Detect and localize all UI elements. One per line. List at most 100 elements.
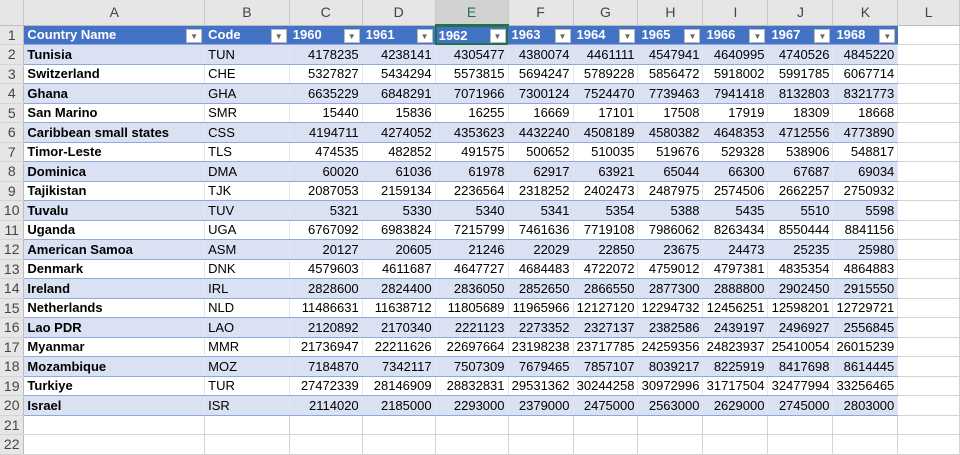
population-cell[interactable]: 62917 xyxy=(508,161,574,182)
country-name-cell[interactable]: Tajikistan xyxy=(23,181,206,201)
filter-dropdown-icon[interactable]: ▼ xyxy=(684,28,701,43)
population-cell[interactable]: 30972996 xyxy=(637,376,704,396)
country-name-cell[interactable]: Ghana xyxy=(23,83,206,104)
population-cell[interactable]: 2915550 xyxy=(832,278,899,299)
country-name-cell[interactable]: Israel xyxy=(23,395,206,416)
population-cell[interactable]: 7215799 xyxy=(435,220,509,240)
population-cell[interactable]: 2273352 xyxy=(508,317,574,338)
population-cell[interactable]: 2327137 xyxy=(573,317,639,338)
population-cell[interactable]: 2866550 xyxy=(573,278,639,299)
code-cell[interactable]: LAO xyxy=(204,317,290,338)
population-cell[interactable]: 2170340 xyxy=(362,317,436,338)
cell[interactable] xyxy=(435,434,509,455)
table-header-cell[interactable]: Country Name ▼ xyxy=(23,25,206,45)
population-cell[interactable]: 5918002 xyxy=(702,64,769,84)
code-cell[interactable]: IRL xyxy=(204,278,290,299)
population-cell[interactable]: 2439197 xyxy=(702,317,769,338)
population-cell[interactable]: 2902450 xyxy=(767,278,834,299)
table-header-cell[interactable]: 1964 ▼ xyxy=(573,25,639,45)
population-cell[interactable]: 8614445 xyxy=(832,356,899,377)
table-header-cell[interactable]: 1968 ▼ xyxy=(832,25,899,45)
cell[interactable] xyxy=(897,376,960,396)
population-cell[interactable]: 2563000 xyxy=(637,395,704,416)
row-header[interactable]: 20 xyxy=(0,395,25,416)
code-cell[interactable]: CHE xyxy=(204,64,290,84)
cell[interactable] xyxy=(897,161,960,182)
population-cell[interactable]: 2236564 xyxy=(435,181,509,201)
filter-dropdown-icon[interactable]: ▼ xyxy=(814,28,831,43)
cell[interactable] xyxy=(204,415,290,435)
population-cell[interactable]: 16669 xyxy=(508,103,574,123)
cell[interactable] xyxy=(897,142,960,162)
population-cell[interactable]: 67687 xyxy=(767,161,834,182)
filter-dropdown-icon[interactable]: ▼ xyxy=(416,28,433,43)
population-cell[interactable]: 6983824 xyxy=(362,220,436,240)
population-cell[interactable]: 25410054 xyxy=(767,337,834,357)
column-header-A[interactable]: A xyxy=(23,0,206,26)
population-cell[interactable]: 11805689 xyxy=(435,298,509,318)
population-cell[interactable]: 28832831 xyxy=(435,376,509,396)
country-name-cell[interactable]: American Samoa xyxy=(23,239,206,260)
population-cell[interactable]: 5354 xyxy=(573,200,639,221)
table-header-cell[interactable]: 1960 ▼ xyxy=(289,25,363,45)
country-name-cell[interactable]: Uganda xyxy=(23,220,206,240)
population-cell[interactable]: 5321 xyxy=(289,200,363,221)
population-cell[interactable]: 16255 xyxy=(435,103,509,123)
country-name-cell[interactable]: Tunisia xyxy=(23,44,206,65)
population-cell[interactable]: 4461111 xyxy=(573,44,639,65)
cell[interactable] xyxy=(573,415,639,435)
country-name-cell[interactable]: Denmark xyxy=(23,259,206,279)
cell[interactable] xyxy=(897,356,960,377)
country-name-cell[interactable]: Turkiye xyxy=(23,376,206,396)
filter-dropdown-icon[interactable]: ▼ xyxy=(343,28,360,43)
population-cell[interactable]: 15836 xyxy=(362,103,436,123)
population-cell[interactable]: 6067714 xyxy=(832,64,899,84)
row-header[interactable]: 3 xyxy=(0,64,25,84)
population-cell[interactable]: 11965966 xyxy=(508,298,574,318)
row-header[interactable]: 10 xyxy=(0,200,25,221)
population-cell[interactable]: 5789228 xyxy=(573,64,639,84)
table-header-cell[interactable]: 1965 ▼ xyxy=(637,25,704,45)
population-cell[interactable]: 11638712 xyxy=(362,298,436,318)
population-cell[interactable]: 5856472 xyxy=(637,64,704,84)
population-cell[interactable]: 2293000 xyxy=(435,395,509,416)
table-header-cell[interactable]: 1962 ▼ xyxy=(435,25,509,45)
population-cell[interactable]: 4580382 xyxy=(637,122,704,143)
population-cell[interactable]: 7300124 xyxy=(508,83,574,104)
population-cell[interactable]: 2662257 xyxy=(767,181,834,201)
table-header-cell[interactable]: 1963 ▼ xyxy=(508,25,574,45)
population-cell[interactable]: 5573815 xyxy=(435,64,509,84)
population-cell[interactable]: 5991785 xyxy=(767,64,834,84)
cell[interactable] xyxy=(362,415,436,435)
population-cell[interactable]: 20127 xyxy=(289,239,363,260)
population-cell[interactable]: 31717504 xyxy=(702,376,769,396)
table-header-cell[interactable]: 1967 ▼ xyxy=(767,25,834,45)
country-name-cell[interactable]: San Marino xyxy=(23,103,206,123)
cell[interactable] xyxy=(897,83,960,104)
column-header-F[interactable]: F xyxy=(508,0,574,26)
row-header[interactable]: 19 xyxy=(0,376,25,396)
population-cell[interactable]: 24259356 xyxy=(637,337,704,357)
population-cell[interactable]: 2877300 xyxy=(637,278,704,299)
population-cell[interactable]: 2221123 xyxy=(435,317,509,338)
population-cell[interactable]: 63921 xyxy=(573,161,639,182)
country-name-cell[interactable]: Timor-Leste xyxy=(23,142,206,162)
filter-dropdown-icon[interactable]: ▼ xyxy=(270,28,287,43)
population-cell[interactable]: 4835354 xyxy=(767,259,834,279)
population-cell[interactable]: 11486631 xyxy=(289,298,363,318)
code-cell[interactable]: MMR xyxy=(204,337,290,357)
population-cell[interactable]: 4845220 xyxy=(832,44,899,65)
population-cell[interactable]: 8132803 xyxy=(767,83,834,104)
population-cell[interactable]: 2828600 xyxy=(289,278,363,299)
population-cell[interactable]: 500652 xyxy=(508,142,574,162)
code-cell[interactable]: TUR xyxy=(204,376,290,396)
cell[interactable] xyxy=(897,298,960,318)
row-header[interactable]: 6 xyxy=(0,122,25,143)
filter-dropdown-icon[interactable]: ▼ xyxy=(186,28,203,43)
country-name-cell[interactable]: Ireland xyxy=(23,278,206,299)
row-header[interactable]: 16 xyxy=(0,317,25,338)
cell[interactable] xyxy=(23,415,206,435)
population-cell[interactable]: 482852 xyxy=(362,142,436,162)
population-cell[interactable]: 25235 xyxy=(767,239,834,260)
cell[interactable] xyxy=(289,434,363,455)
